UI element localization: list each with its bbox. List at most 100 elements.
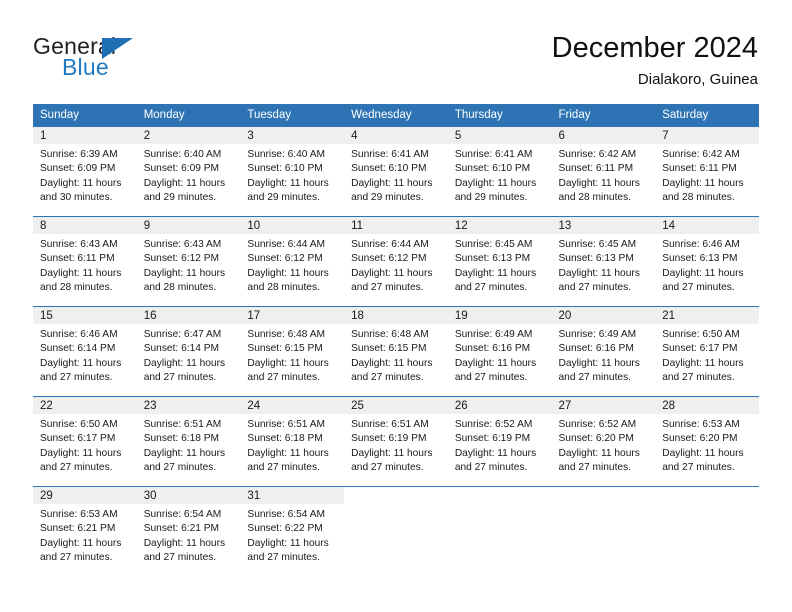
calendar-day-cell[interactable]: 5 Sunrise: 6:41 AM Sunset: 6:10 PM Daylight… [447, 126, 552, 216]
daylight-text-line2: and 29 minutes. [351, 191, 424, 203]
sunset-text: Sunset: 6:10 PM [247, 163, 323, 175]
calendar-day-cell[interactable]: 15 Sunrise: 6:46 AM Sunset: 6:14 PM Dayligh… [33, 306, 137, 396]
calendar-day-cell[interactable]: 22 Sunrise: 6:50 AM Sunset: 6:17 PM Dayligh… [33, 396, 137, 486]
day-number: 12 [447, 217, 552, 234]
calendar-day-cell[interactable]: 10 Sunrise: 6:44 AM Sunset: 6:12 PM Dayligh… [240, 216, 345, 306]
daylight-text-line1: Daylight: 11 hours [662, 267, 744, 279]
sunrise-text: Sunrise: 6:39 AM [40, 149, 118, 160]
calendar-day-cell[interactable]: 18 Sunrise: 6:48 AM Sunset: 6:15 PM Dayligh… [344, 306, 448, 396]
calendar-day-cell[interactable]: 25 Sunrise: 6:51 AM Sunset: 6:19 PM Dayligh… [344, 396, 448, 486]
sunrise-text: Sunrise: 6:43 AM [40, 239, 118, 250]
daylight-text-line2: and 30 minutes. [40, 191, 113, 203]
day-number: 30 [136, 487, 241, 504]
calendar-day-cell[interactable]: 3 Sunrise: 6:40 AM Sunset: 6:10 PM Daylight… [240, 126, 345, 216]
day-number: 21 [655, 307, 759, 324]
daylight-text-line2: and 27 minutes. [558, 281, 632, 293]
daylight-text-line2: and 27 minutes. [143, 551, 217, 563]
calendar-day-cell[interactable]: 26 Sunrise: 6:52 AM Sunset: 6:19 PM Dayligh… [447, 396, 552, 486]
calendar-day-cell[interactable]: 21 Sunrise: 6:50 AM Sunset: 6:17 PM Dayligh… [655, 306, 759, 396]
calendar-day-cell[interactable]: 7 Sunrise: 6:42 AM Sunset: 6:11 PM Daylight… [655, 126, 759, 216]
calendar-day-cell[interactable]: 27 Sunrise: 6:52 AM Sunset: 6:20 PM Dayligh… [551, 396, 656, 486]
calendar-day-cell-empty [655, 486, 759, 576]
calendar-day-cell[interactable]: 24 Sunrise: 6:51 AM Sunset: 6:18 PM Dayligh… [240, 396, 345, 486]
calendar-week-row: 1 Sunrise: 6:39 AM Sunset: 6:09 PM Daylight… [33, 126, 759, 216]
calendar-day-cell[interactable]: 12 Sunrise: 6:45 AM Sunset: 6:13 PM Dayligh… [447, 216, 552, 306]
daylight-text-line2: and 27 minutes. [143, 461, 217, 473]
day-number: 5 [447, 127, 552, 144]
weekday-header-monday: Monday [136, 104, 241, 126]
calendar-day-cell[interactable]: 9 Sunrise: 6:43 AM Sunset: 6:12 PM Daylight… [136, 216, 241, 306]
calendar-day-cell[interactable]: 29 Sunrise: 6:53 AM Sunset: 6:21 PM Dayligh… [33, 486, 137, 576]
daylight-text-line1: Daylight: 11 hours [351, 357, 433, 369]
daylight-text-line2: and 28 minutes. [143, 281, 217, 293]
daylight-text-line1: Daylight: 11 hours [247, 357, 329, 369]
sunrise-text: Sunrise: 6:53 AM [40, 509, 118, 520]
sunset-text: Sunset: 6:14 PM [40, 343, 116, 355]
daylight-text-line2: and 27 minutes. [247, 461, 320, 473]
calendar-day-cell[interactable]: 20 Sunrise: 6:49 AM Sunset: 6:16 PM Dayligh… [551, 306, 656, 396]
calendar-table: Sunday Monday Tuesday Wednesday Thursday… [33, 104, 759, 576]
daylight-text-line1: Daylight: 11 hours [143, 537, 226, 549]
daylight-text-line2: and 27 minutes. [454, 461, 528, 473]
daylight-text-line2: and 28 minutes. [662, 191, 735, 203]
sunset-text: Sunset: 6:22 PM [247, 523, 323, 535]
calendar-day-cell[interactable]: 13 Sunrise: 6:45 AM Sunset: 6:13 PM Dayligh… [551, 216, 656, 306]
calendar-day-cell[interactable]: 8 Sunrise: 6:43 AM Sunset: 6:11 PM Daylight… [33, 216, 137, 306]
day-number: 17 [240, 307, 345, 324]
sunset-text: Sunset: 6:21 PM [143, 523, 220, 535]
sunset-text: Sunset: 6:09 PM [143, 163, 220, 175]
daylight-text-line2: and 28 minutes. [40, 281, 113, 293]
daylight-text-line1: Daylight: 11 hours [558, 267, 640, 279]
calendar-day-cell[interactable]: 4 Sunrise: 6:41 AM Sunset: 6:10 PM Daylight… [344, 126, 448, 216]
sunrise-text: Sunrise: 6:54 AM [247, 509, 325, 520]
calendar-week-row: 22 Sunrise: 6:50 AM Sunset: 6:17 PM Dayligh… [33, 396, 759, 486]
day-number: 19 [447, 307, 552, 324]
daylight-text-line2: and 27 minutes. [40, 461, 113, 473]
calendar-day-cell[interactable]: 17 Sunrise: 6:48 AM Sunset: 6:15 PM Dayligh… [240, 306, 345, 396]
sunset-text: Sunset: 6:19 PM [351, 433, 427, 445]
calendar-day-cell[interactable]: 23 Sunrise: 6:51 AM Sunset: 6:18 PM Dayligh… [136, 396, 241, 486]
sunset-text: Sunset: 6:20 PM [662, 433, 738, 445]
daylight-text-line2: and 27 minutes. [351, 281, 424, 293]
calendar-day-cell[interactable]: 6 Sunrise: 6:42 AM Sunset: 6:11 PM Daylight… [551, 126, 656, 216]
calendar-day-cell[interactable]: 14 Sunrise: 6:46 AM Sunset: 6:13 PM Dayligh… [655, 216, 759, 306]
sunset-text: Sunset: 6:16 PM [558, 343, 634, 355]
sunrise-text: Sunrise: 6:50 AM [40, 419, 118, 430]
calendar-day-cell-empty [344, 486, 448, 576]
daylight-text-line1: Daylight: 11 hours [662, 447, 744, 459]
calendar-day-cell[interactable]: 28 Sunrise: 6:53 AM Sunset: 6:20 PM Dayligh… [655, 396, 759, 486]
calendar-day-cell[interactable]: 11 Sunrise: 6:44 AM Sunset: 6:12 PM Dayligh… [344, 216, 448, 306]
calendar-day-cell[interactable]: 30 Sunrise: 6:54 AM Sunset: 6:21 PM Dayligh… [136, 486, 241, 576]
calendar-day-cell[interactable]: 16 Sunrise: 6:47 AM Sunset: 6:14 PM Dayligh… [136, 306, 241, 396]
calendar-day-cell[interactable]: 1 Sunrise: 6:39 AM Sunset: 6:09 PM Daylight… [33, 126, 137, 216]
general-blue-logo[interactable]: General Blue [33, 33, 233, 85]
calendar-week-row: 29 Sunrise: 6:53 AM Sunset: 6:21 PM Dayligh… [33, 486, 759, 576]
daylight-text-line1: Daylight: 11 hours [558, 177, 640, 189]
weekday-header-friday: Friday [551, 104, 656, 126]
calendar-body: 1 Sunrise: 6:39 AM Sunset: 6:09 PM Daylight… [33, 126, 759, 576]
daylight-text-line1: Daylight: 11 hours [454, 357, 537, 369]
weekday-header-saturday: Saturday [655, 104, 759, 126]
day-number: 29 [33, 487, 137, 504]
daylight-text-line2: and 29 minutes. [247, 191, 320, 203]
day-number [448, 487, 552, 504]
daylight-text-line1: Daylight: 11 hours [247, 537, 329, 549]
calendar-day-cell[interactable]: 2 Sunrise: 6:40 AM Sunset: 6:09 PM Daylight… [136, 126, 241, 216]
calendar-day-cell[interactable]: 19 Sunrise: 6:49 AM Sunset: 6:16 PM Dayligh… [447, 306, 552, 396]
sunset-text: Sunset: 6:17 PM [662, 343, 738, 355]
day-number: 13 [551, 217, 656, 234]
daylight-text-line2: and 27 minutes. [662, 281, 735, 293]
sunrise-text: Sunrise: 6:47 AM [143, 329, 222, 340]
daylight-text-line2: and 27 minutes. [351, 371, 424, 383]
calendar-day-cell[interactable]: 31 Sunrise: 6:54 AM Sunset: 6:22 PM Dayligh… [240, 486, 345, 576]
day-number: 27 [551, 397, 656, 414]
weekday-header-thursday: Thursday [447, 104, 552, 126]
sunset-text: Sunset: 6:16 PM [454, 343, 531, 355]
day-number: 16 [136, 307, 241, 324]
sunrise-text: Sunrise: 6:44 AM [351, 239, 429, 250]
daylight-text-line1: Daylight: 11 hours [143, 177, 226, 189]
daylight-text-line1: Daylight: 11 hours [558, 447, 640, 459]
sunset-text: Sunset: 6:18 PM [143, 433, 220, 445]
day-number: 7 [655, 127, 759, 144]
calendar-page: General Blue December 2024 Dialakoro, Gu… [0, 0, 792, 612]
